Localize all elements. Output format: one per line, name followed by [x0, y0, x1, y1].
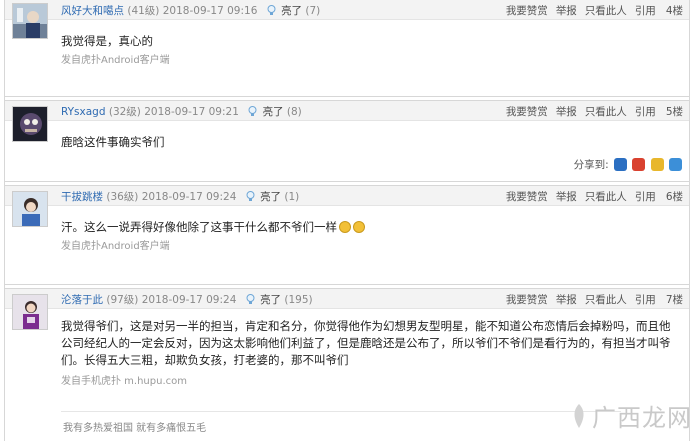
post-time: 2018-09-17 09:24 — [141, 191, 237, 203]
floor-number: 7楼 — [665, 294, 683, 306]
watermark-text: 广西龙网 — [592, 404, 692, 432]
post-header: 风好大和噶点 (41级) 2018-09-17 09:16 亮了 (7) 我要赞… — [5, 0, 689, 20]
post-source: 发自手机虎扑 m.hupu.com — [61, 376, 187, 387]
post-time: 2018-09-17 09:16 — [162, 5, 258, 17]
watermark-logo-icon — [574, 403, 584, 428]
reply-post: 干拔跳楼 (36级) 2018-09-17 09:24 亮了 (1) 我要赞赏举… — [5, 185, 689, 281]
floor-number: 4楼 — [665, 5, 683, 17]
post-actions: 我要赞赏 举报 只看此人 引用 5楼 — [498, 104, 683, 119]
post-meta: 沦落于此 (97级) 2018-09-17 09:24 亮了 (195) — [61, 292, 313, 307]
watermark: 广西龙网 — [569, 398, 692, 433]
light-count: (1) — [284, 191, 300, 203]
post-meta: 干拔跳楼 (36级) 2018-09-17 09:24 亮了 (1) — [61, 189, 299, 204]
like-button[interactable]: 我要赞赏 — [506, 5, 548, 17]
laugh-emoji-icon — [353, 221, 365, 233]
floor-number: 5楼 — [665, 106, 683, 118]
thread-container: 风好大和噶点 (41级) 2018-09-17 09:16 亮了 (7) 我要赞… — [4, 0, 690, 441]
post-time: 2018-09-17 09:24 — [141, 294, 237, 306]
post-meta: 风好大和噶点 (41级) 2018-09-17 09:16 亮了 (7) — [61, 3, 320, 18]
post-header: 沦落于此 (97级) 2018-09-17 09:24 亮了 (195) 我要赞… — [5, 288, 689, 309]
post-content: 我觉得爷们，这是对另一半的担当，肯定和名分，你觉得他作为幻想男友型明星，能不知道… — [61, 319, 671, 367]
only-this-user-button[interactable]: 只看此人 — [585, 191, 627, 203]
post-text: 汗。这么一说弄得好像他除了这事干什么都不爷们一样 — [61, 220, 337, 234]
avatar[interactable] — [12, 3, 48, 39]
divider — [5, 284, 689, 285]
only-this-user-button[interactable]: 只看此人 — [585, 5, 627, 17]
lightbulb-icon[interactable] — [267, 5, 276, 16]
reply-post: RYsxagd (32级) 2018-09-17 09:21 亮了 (8) 我要… — [5, 100, 689, 178]
light-count: (195) — [284, 294, 313, 306]
divider — [5, 181, 689, 182]
light-button[interactable]: 亮了 — [281, 5, 302, 17]
username-link[interactable]: 沦落于此 — [61, 294, 103, 306]
report-button[interactable]: 举报 — [556, 294, 577, 306]
user-signature: 我有多热爱祖国 就有多痛恨五毛 — [63, 423, 207, 434]
avatar[interactable] — [12, 191, 48, 227]
reply-post: 风好大和噶点 (41级) 2018-09-17 09:16 亮了 (7) 我要赞… — [5, 0, 689, 92]
post-actions: 我要赞赏 举报 只看此人 引用 7楼 — [498, 292, 683, 307]
post-header: RYsxagd (32级) 2018-09-17 09:21 亮了 (8) 我要… — [5, 100, 689, 121]
like-button[interactable]: 我要赞赏 — [506, 106, 548, 118]
share-tencent-icon[interactable] — [669, 158, 682, 171]
only-this-user-button[interactable]: 只看此人 — [585, 106, 627, 118]
report-button[interactable]: 举报 — [556, 106, 577, 118]
share-weibo-icon[interactable] — [632, 158, 646, 171]
lightbulb-icon[interactable] — [246, 191, 255, 202]
username-link[interactable]: RYsxagd — [61, 106, 106, 118]
user-level: (97级) — [106, 294, 139, 306]
quote-button[interactable]: 引用 — [635, 106, 656, 118]
light-count: (7) — [305, 5, 321, 17]
share-qzone-icon[interactable] — [613, 158, 627, 171]
post-content: 我觉得是，真心的 — [61, 34, 153, 48]
light-count: (8) — [286, 106, 302, 118]
light-button[interactable]: 亮了 — [260, 191, 281, 203]
post-actions: 我要赞赏 举报 只看此人 引用 4楼 — [498, 3, 683, 18]
floor-number: 6楼 — [665, 191, 683, 203]
report-button[interactable]: 举报 — [556, 5, 577, 17]
post-content: 鹿晗这件事确实爷们 — [61, 135, 165, 149]
avatar[interactable] — [12, 294, 48, 330]
post-meta: RYsxagd (32级) 2018-09-17 09:21 亮了 (8) — [61, 104, 302, 119]
avatar[interactable] — [12, 106, 48, 142]
report-button[interactable]: 举报 — [556, 191, 577, 203]
share-bar: 分享到: — [574, 157, 682, 172]
share-renren-icon[interactable] — [650, 158, 664, 171]
light-button[interactable]: 亮了 — [263, 106, 284, 118]
username-link[interactable]: 风好大和噶点 — [61, 5, 124, 17]
quote-button[interactable]: 引用 — [635, 191, 656, 203]
post-source: 发自虎扑Android客户端 — [61, 55, 170, 66]
post-source: 发自虎扑Android客户端 — [61, 241, 170, 252]
user-level: (32级) — [108, 106, 141, 118]
lightbulb-icon[interactable] — [246, 294, 255, 305]
user-level: (41级) — [127, 5, 160, 17]
username-link[interactable]: 干拔跳楼 — [61, 191, 103, 203]
post-content: 汗。这么一说弄得好像他除了这事干什么都不爷们一样 — [61, 219, 365, 235]
only-this-user-button[interactable]: 只看此人 — [585, 294, 627, 306]
laugh-emoji-icon — [339, 221, 351, 233]
quote-button[interactable]: 引用 — [635, 294, 656, 306]
light-button[interactable]: 亮了 — [260, 294, 281, 306]
user-level: (36级) — [106, 191, 139, 203]
post-header: 干拔跳楼 (36级) 2018-09-17 09:24 亮了 (1) 我要赞赏举… — [5, 185, 689, 206]
like-button[interactable]: 我要赞赏 — [506, 294, 548, 306]
like-button[interactable]: 我要赞赏 — [506, 191, 548, 203]
post-actions: 我要赞赏 举报 只看此人 引用 6楼 — [498, 189, 683, 204]
post-time: 2018-09-17 09:21 — [144, 106, 239, 118]
lightbulb-icon[interactable] — [248, 106, 257, 117]
share-label: 分享到: — [573, 159, 609, 171]
quote-button[interactable]: 引用 — [635, 5, 656, 17]
divider — [5, 96, 689, 97]
signature-divider — [61, 411, 621, 412]
